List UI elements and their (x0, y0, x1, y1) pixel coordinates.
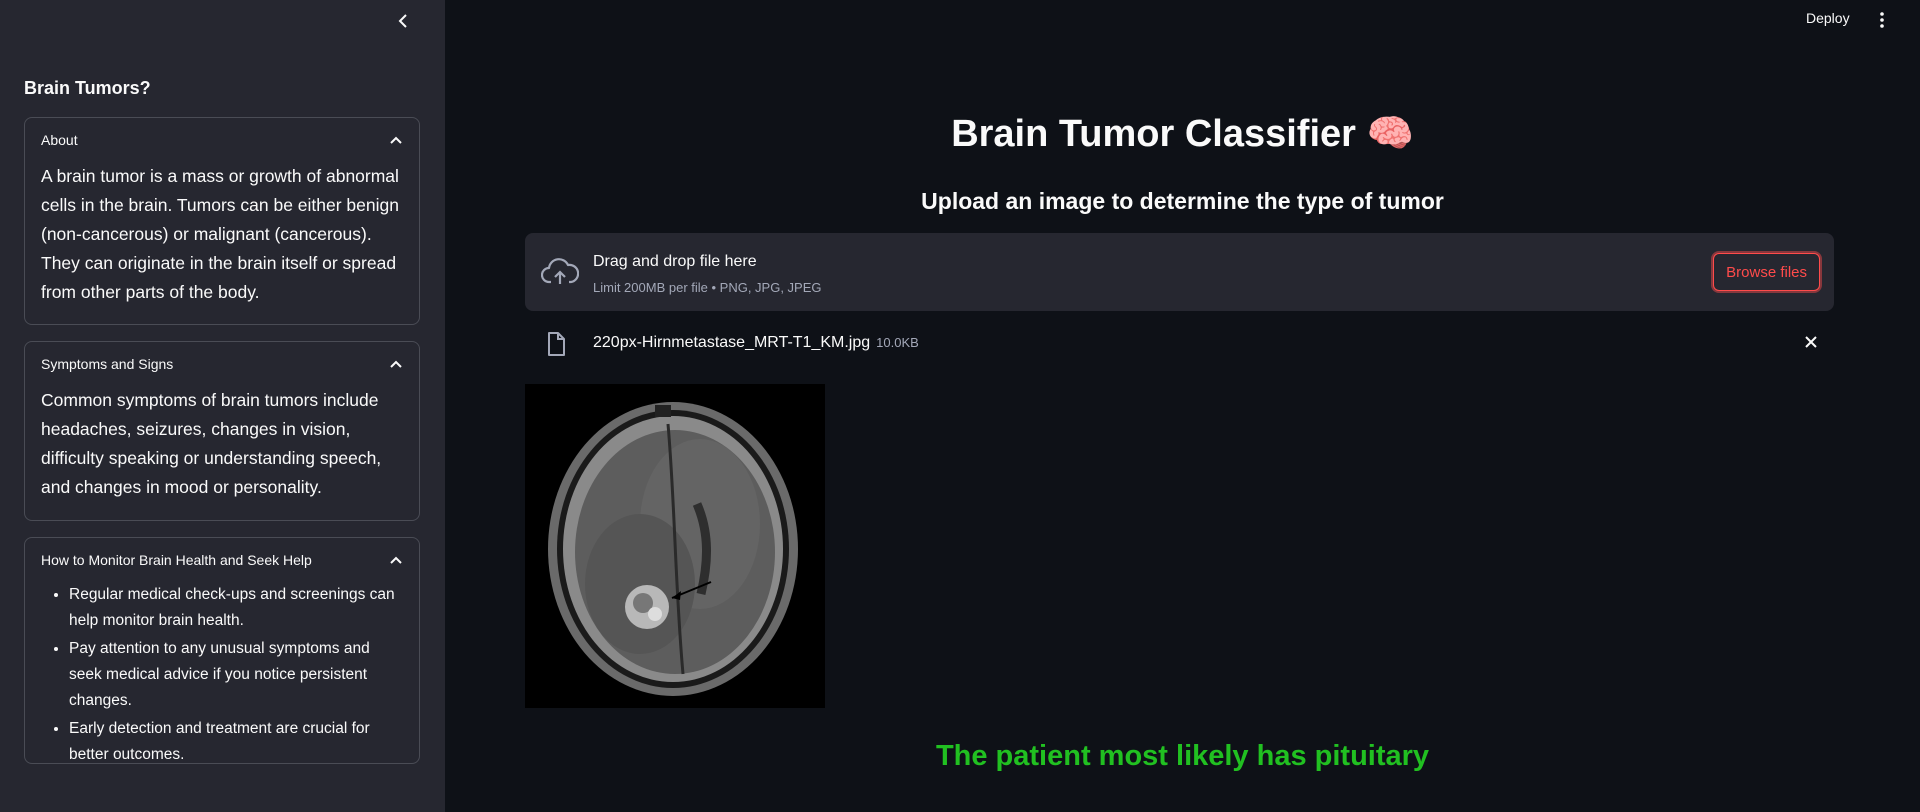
expander-monitor-header[interactable]: How to Monitor Brain Health and Seek Hel… (25, 538, 419, 582)
file-icon (548, 332, 565, 356)
list-item: Early detection and treatment are crucia… (69, 716, 403, 768)
main-menu-button[interactable] (1874, 10, 1890, 30)
page-title: Brain Tumor Classifier 🧠 (951, 113, 1414, 155)
list-item: Regular medical check-ups and screenings… (69, 582, 403, 634)
expander-about: About A brain tumor is a mass or growth … (24, 117, 420, 325)
uploaded-file-info: 220px-Hirnmetastase_MRT-T1_KM.jpg 10.0KB (593, 334, 919, 352)
chevron-left-icon (398, 14, 407, 28)
expander-symptoms-header[interactable]: Symptoms and Signs (25, 342, 419, 386)
kebab-menu-icon (1880, 12, 1884, 28)
dropzone-instructions: Drag and drop file here (593, 253, 757, 270)
expander-monitor-label: How to Monitor Brain Health and Seek Hel… (41, 552, 312, 568)
browse-files-button[interactable]: Browse files (1713, 253, 1820, 291)
uploaded-mri-image (525, 384, 825, 708)
expander-about-header[interactable]: About (25, 118, 419, 162)
expander-about-label: About (41, 132, 78, 148)
expander-about-text: A brain tumor is a mass or growth of abn… (41, 166, 399, 302)
uploaded-file-size: 10.0KB (876, 335, 919, 350)
monitor-list: Regular medical check-ups and screenings… (41, 582, 403, 768)
list-item: Pay attention to any unusual symptoms an… (69, 636, 403, 714)
expander-symptoms-text: Common symptoms of brain tumors include … (41, 390, 382, 497)
file-dropzone[interactable]: Drag and drop file here Limit 200MB per … (525, 233, 1834, 311)
prediction-result: The patient most likely has pituitary (935, 740, 1430, 772)
sidebar-title: Brain Tumors? (24, 78, 151, 98)
expander-symptoms: Symptoms and Signs Common symptoms of br… (24, 341, 420, 521)
deploy-button[interactable]: Deploy (1806, 10, 1850, 26)
uploaded-file-name: 220px-Hirnmetastase_MRT-T1_KM.jpg (593, 334, 871, 351)
cloud-upload-icon (541, 258, 579, 284)
expander-monitor: How to Monitor Brain Health and Seek Hel… (24, 537, 420, 764)
brain-mri-scan (525, 384, 825, 708)
chevron-up-icon (390, 556, 402, 564)
sidebar: Brain Tumors? About A brain tumor is a m… (0, 0, 445, 812)
uploaded-file-row: 220px-Hirnmetastase_MRT-T1_KM.jpg 10.0KB (525, 326, 1834, 360)
expander-monitor-body: Regular medical check-ups and screenings… (25, 582, 419, 768)
chevron-up-icon (390, 136, 402, 144)
page-subtitle: Upload an image to determine the type of… (921, 188, 1444, 214)
remove-file-icon[interactable] (1804, 335, 1818, 349)
chevron-up-icon (390, 360, 402, 368)
dropzone-limits: Limit 200MB per file • PNG, JPG, JPEG (593, 280, 822, 295)
collapse-sidebar-button[interactable] (393, 10, 413, 32)
expander-symptoms-label: Symptoms and Signs (41, 356, 174, 372)
